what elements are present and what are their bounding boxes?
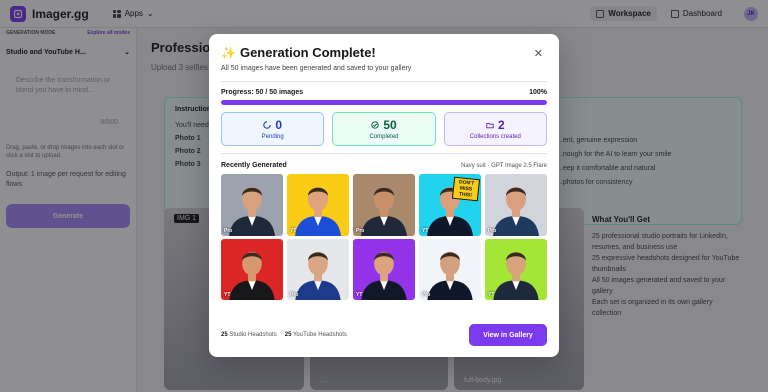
completed-stat-card: 50 Completed [332,112,436,146]
thumbnail-badge: YT [422,228,429,234]
portrait-image [361,187,407,236]
thumbnail-badge: YT [290,228,297,234]
generated-thumbnail[interactable]: YT [287,174,349,236]
generation-complete-modal: ✨ Generation Complete! ✕ All 50 images h… [209,34,559,357]
youtube-count: 25 YouTube Headshots [284,332,347,338]
portrait-image [427,251,473,300]
folder-icon [486,122,494,129]
collections-value: 2 [497,118,505,132]
thumbnail-badge: YT [224,292,231,298]
recent-title: Recently Generated [221,162,287,169]
recent-gallery: Pro YT Pro DON'T MISS THIS! YT Pro YT Pro YT Pro Y… [221,174,547,300]
portrait-image [295,251,341,300]
pending-value: 0 [275,118,282,132]
progress-bar [221,100,547,105]
loading-icon [263,121,272,129]
thumbnail-badge: Pro [290,292,299,298]
thumbnail-badge: YT [356,292,363,298]
modal-title: Generation Complete! [239,45,376,60]
generated-thumbnail[interactable]: Pro [221,174,283,236]
progress-bar-fill [221,100,547,105]
thumbnail-badge: Pro [422,292,431,298]
generated-thumbnail[interactable]: Pro [485,174,547,236]
view-in-gallery-button[interactable]: View in Gallery [469,324,547,346]
collections-stat-card: 2 Collections created [443,112,547,146]
generated-thumbnail[interactable]: Pro [419,239,481,300]
modal-subtitle: All 50 images have been generated and sa… [221,65,412,72]
generated-thumbnail[interactable]: YT [485,239,547,300]
pending-stat-card: 0 Pending [221,112,325,146]
portrait-image [229,187,275,236]
pending-label: Pending [261,134,284,140]
sparkles-icon: ✨ [221,45,236,60]
completed-label: Completed [369,134,399,140]
collections-label: Collections created [469,134,521,140]
portrait-image [295,187,341,236]
portrait-image [493,187,539,236]
progress-percent: 100% [529,89,547,96]
recent-meta: Navy suit · GPT Image 2.5 Flare [461,162,547,169]
completed-value: 50 [383,118,397,132]
generated-thumbnail[interactable]: Pro [287,239,349,300]
view-in-gallery-label: View in Gallery [483,331,533,339]
divider [221,153,547,154]
generated-thumbnail[interactable]: Pro [353,174,415,236]
generated-thumbnail[interactable]: DON'T MISS THIS! YT [419,174,481,236]
close-icon[interactable]: ✕ [534,47,543,60]
thumbnail-sign-text: DON'T MISS THIS! [451,176,481,202]
check-circle-icon [371,121,379,129]
portrait-image [229,251,275,300]
thumbnail-badge: YT [488,292,495,298]
progress-label: Progress: 50 / 50 images [221,89,304,96]
thumbnail-badge: Pro [224,228,233,234]
studio-count: 25 Studio Headshots [221,332,277,338]
divider [221,81,547,82]
portrait-image [493,251,539,300]
thumbnail-badge: Pro [356,228,365,234]
generated-thumbnail[interactable]: YT [353,239,415,300]
thumbnail-badge: Pro [488,228,497,234]
portrait-image [361,251,407,300]
generated-thumbnail[interactable]: YT [221,239,283,300]
